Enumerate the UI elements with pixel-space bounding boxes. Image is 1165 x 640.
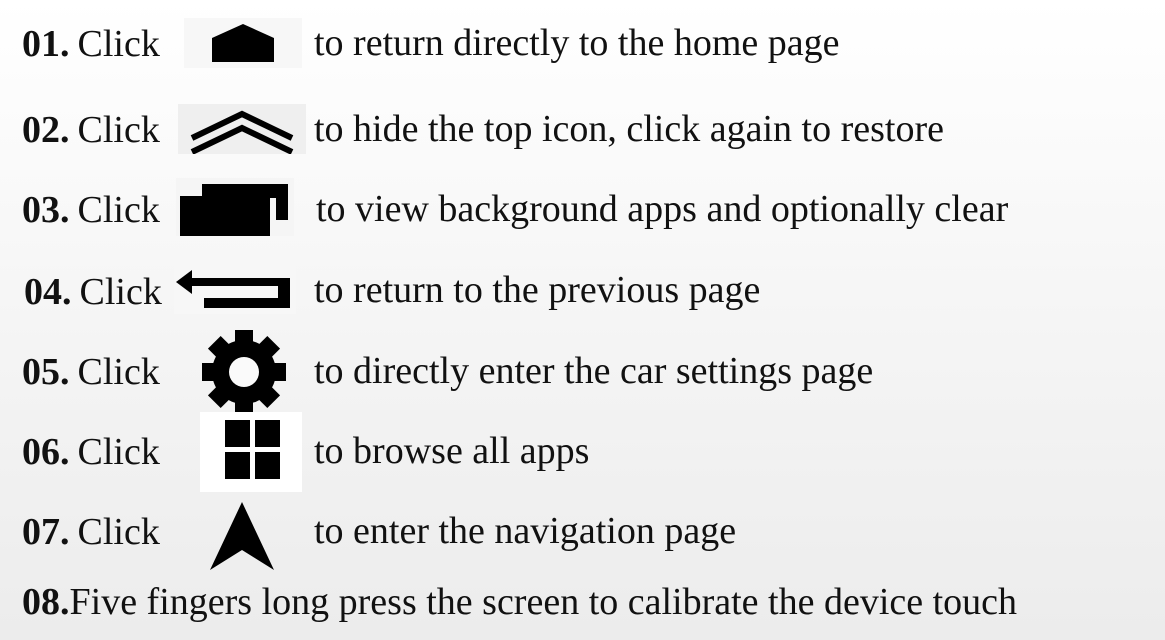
instruction-row-8: 08. Five fingers long press the screen t… [22, 572, 1017, 632]
instruction-text: to hide the top icon, click again to res… [314, 108, 944, 150]
recent-apps-icon [176, 178, 294, 236]
instruction-text: to return directly to the home page [314, 22, 840, 64]
step-number: 04. [24, 271, 72, 313]
step-number: 03. [22, 189, 70, 231]
click-label: Click [77, 23, 160, 65]
home-icon [184, 18, 302, 68]
instruction-row-6: 06. Click [22, 422, 160, 482]
click-label: Click [77, 109, 160, 151]
app-grid-icon [200, 412, 302, 492]
click-label: Click [77, 511, 160, 553]
instruction-row-7: 07. Click [22, 502, 160, 562]
click-label: Click [77, 189, 160, 231]
step-number: 07. [22, 511, 70, 553]
step-number: 08. [22, 581, 70, 623]
instruction-row-1: 01. Click [22, 14, 160, 74]
instruction-row-3: 03. Click [22, 180, 160, 240]
step-number: 01. [22, 23, 70, 65]
instruction-text: to view background apps and optionally c… [316, 188, 1009, 230]
instruction-text: to return to the previous page [314, 269, 761, 311]
step-number: 02. [22, 109, 70, 151]
instruction-text: to enter the navigation page [314, 510, 737, 552]
gear-icon [200, 328, 288, 416]
step-number: 06. [22, 431, 70, 473]
instruction-text: to browse all apps [314, 430, 590, 472]
click-label: Click [79, 271, 162, 313]
double-chevron-up-icon [178, 104, 306, 154]
click-label: Click [77, 431, 160, 473]
click-label: Click [77, 351, 160, 393]
navigation-arrow-icon [200, 498, 284, 572]
step-number: 05. [22, 351, 70, 393]
back-arrow-icon [174, 262, 296, 314]
instruction-row-4: 04. Click [24, 262, 162, 322]
instruction-row-2: 02. Click [22, 100, 160, 160]
instruction-text: Five fingers long press the screen to ca… [69, 581, 1018, 623]
instruction-row-5: 05. Click [22, 342, 160, 402]
instruction-text: to directly enter the car settings page [314, 350, 874, 392]
